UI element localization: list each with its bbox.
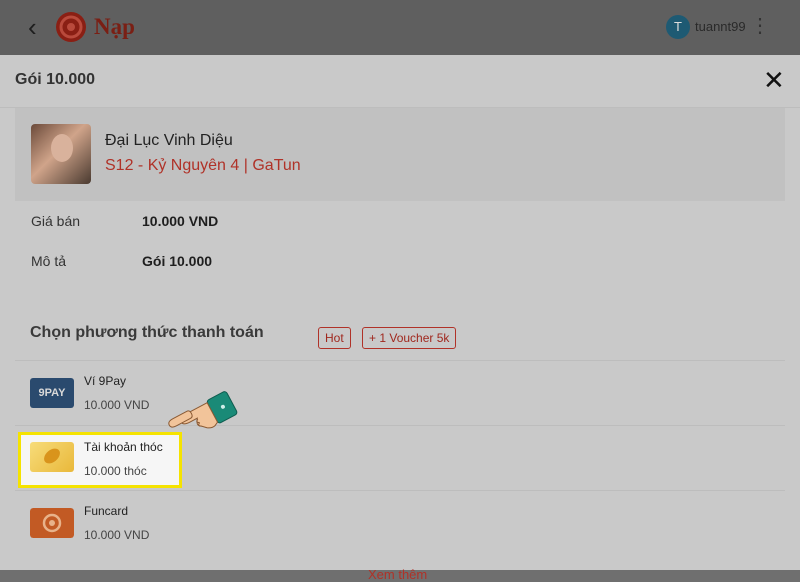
more-menu-icon[interactable]: ⋮: [750, 14, 770, 38]
9pay-logo-icon: 9PAY: [30, 378, 74, 408]
divider: [15, 360, 785, 361]
package-modal: Gói 10.000 ✕ Đại Lục Vinh Diệu S12 - Kỷ …: [0, 55, 800, 570]
game-card: Đại Lục Vinh Diệu S12 - Kỷ Nguyên 4 | Ga…: [15, 108, 785, 201]
payment-method-name: Ví 9Pay: [84, 374, 127, 388]
payment-method-price: 10.000 thóc: [84, 464, 147, 478]
game-name: Đại Lục Vinh Diệu: [105, 132, 233, 149]
voucher-badge: + 1 Voucher 5k: [362, 327, 457, 349]
username[interactable]: tuannt99: [695, 19, 746, 34]
hot-badge: Hot: [318, 327, 351, 349]
payment-method-name: Funcard: [84, 504, 129, 518]
top-bar: ‹ Nạp T tuannt99 ⋮: [0, 0, 800, 55]
avatar[interactable]: T: [666, 15, 690, 39]
modal-header: Gói 10.000 ✕: [0, 55, 800, 108]
price-label: Giá bán: [31, 213, 81, 229]
close-icon[interactable]: ✕: [763, 67, 785, 93]
payment-method-price: 10.000 VND: [84, 528, 150, 542]
see-more-link[interactable]: Xem thêm: [368, 567, 427, 582]
game-server: S12 - Kỷ Nguyên 4 | GaTun: [105, 157, 301, 174]
payment-section-title: Chọn phương thức thanh toán: [30, 324, 264, 341]
description-label: Mô tả: [31, 253, 67, 269]
modal-title: Gói 10.000: [15, 71, 96, 88]
price-value: 10.000 VND: [142, 213, 219, 229]
divider: [15, 490, 785, 491]
payment-method-rice-account[interactable]: Tài khoản thóc 10.000 thóc: [18, 432, 182, 488]
payment-method-name: Tài khoản thóc: [84, 440, 163, 454]
payment-method-price: 10.000 VND: [84, 398, 150, 412]
app-title: Nạp: [94, 14, 135, 39]
pointing-hand-icon: [168, 391, 238, 429]
back-arrow-icon[interactable]: ‹: [28, 14, 37, 40]
divider: [15, 425, 785, 426]
description-value: Gói 10.000: [142, 253, 213, 269]
game-thumbnail: [31, 124, 91, 184]
rice-coin-icon: [30, 442, 74, 472]
funcard-logo-icon: [30, 508, 74, 538]
logo-icon: [56, 12, 86, 42]
